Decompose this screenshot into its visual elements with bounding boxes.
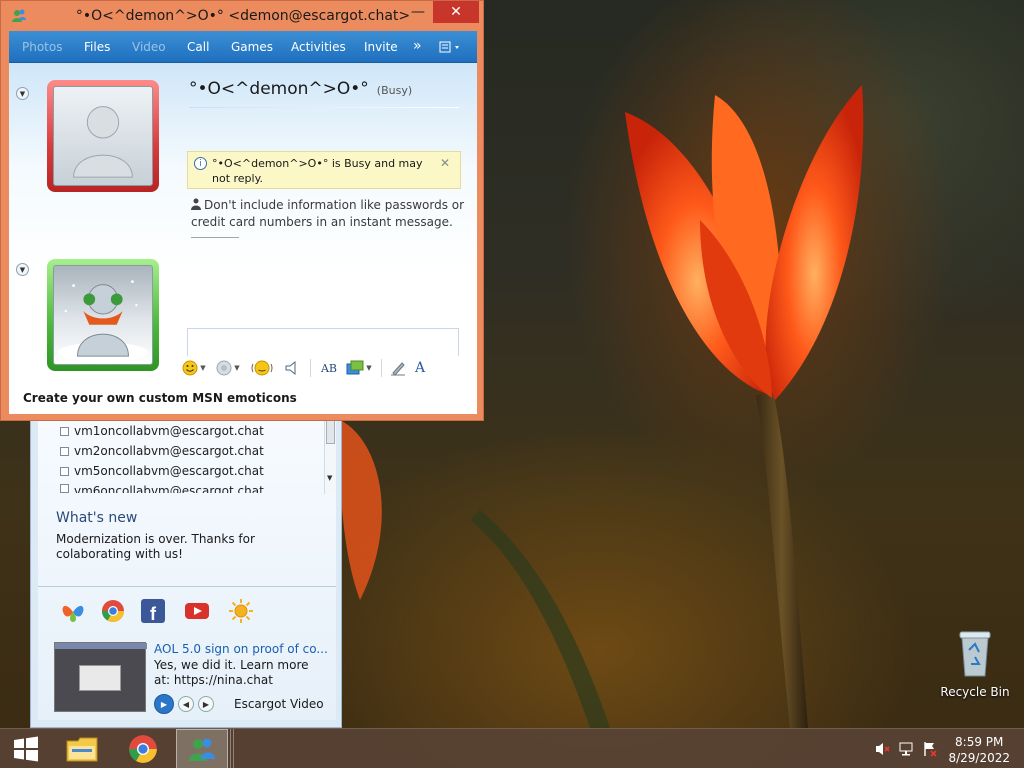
next-icon[interactable]: ▶ bbox=[198, 696, 214, 712]
message-input[interactable] bbox=[187, 328, 459, 356]
name-divider bbox=[189, 107, 459, 108]
recycle-bin-label: Recycle Bin bbox=[940, 685, 1010, 699]
chat-window[interactable]: °•Ο<^demon^>Ο•° <demon@escargot.chat> — … bbox=[0, 0, 484, 421]
my-avatar[interactable] bbox=[47, 259, 159, 371]
dismiss-notice-icon[interactable]: ✕ bbox=[440, 156, 450, 170]
sun-icon[interactable] bbox=[228, 598, 254, 624]
video-source: Escargot Video bbox=[234, 697, 324, 711]
buddy-avatar[interactable] bbox=[47, 80, 159, 192]
wink-icon[interactable]: ▼ bbox=[211, 357, 245, 379]
contact-item[interactable]: vm1oncollabvm@escargot.chat bbox=[60, 424, 264, 438]
scroll-down-arrow-icon[interactable]: ▼ bbox=[327, 474, 332, 482]
whats-new-text: Modernization is over. Thanks for colabo… bbox=[56, 532, 255, 561]
svg-text:f: f bbox=[150, 604, 157, 624]
recycle-bin-icon bbox=[959, 631, 991, 677]
messenger-icon bbox=[189, 738, 215, 761]
emoticon-icon[interactable]: ▼ bbox=[177, 357, 211, 379]
clock-date: 8/29/2022 bbox=[948, 751, 1010, 765]
youtube-icon[interactable] bbox=[184, 598, 210, 624]
collapse-buddy-picture-icon[interactable]: ▼ bbox=[16, 87, 29, 100]
busy-notice-text: °•Ο<^demon^>Ο•° is Busy and may not repl… bbox=[212, 157, 423, 185]
more-menu-button[interactable]: » bbox=[413, 38, 422, 54]
system-clock[interactable]: 8:59 PM 8/29/2022 bbox=[948, 734, 1010, 766]
chrome-button[interactable] bbox=[117, 729, 169, 768]
msn-butterfly-icon[interactable] bbox=[60, 598, 86, 624]
title-bar[interactable]: °•Ο<^demon^>Ο•° <demon@escargot.chat> — … bbox=[1, 1, 485, 31]
video-controls: ▶ ◀ ▶ Escargot Video bbox=[154, 694, 324, 714]
contact-item[interactable]: vm6oncollabvm@escargot.chat bbox=[60, 484, 264, 493]
handwriting-icon[interactable] bbox=[387, 357, 409, 379]
nudge-icon[interactable] bbox=[245, 357, 279, 379]
contact-list-window[interactable]: vm1oncollabvm@escargot.chat vm2oncollabv… bbox=[30, 418, 342, 728]
facebook-icon[interactable]: f bbox=[140, 598, 166, 624]
formatting-toolbar: ▼ ▼ AB ▼ A bbox=[177, 355, 465, 381]
recycle-bin[interactable]: Recycle Bin bbox=[936, 630, 1014, 699]
menu-call[interactable]: Call bbox=[187, 40, 209, 54]
close-button[interactable]: ✕ bbox=[433, 1, 479, 23]
minimize-button[interactable]: — bbox=[405, 1, 431, 23]
menu-files[interactable]: Files bbox=[84, 40, 110, 54]
menu-games[interactable]: Games bbox=[231, 40, 273, 54]
custom-emoticons-link[interactable]: Create your own custom MSN emoticons bbox=[23, 391, 297, 405]
start-button[interactable] bbox=[0, 729, 52, 768]
messenger-taskbar-button[interactable] bbox=[176, 729, 228, 768]
whats-new-heading: What's new bbox=[56, 510, 138, 526]
file-explorer-button[interactable] bbox=[56, 729, 108, 768]
contact-item[interactable]: vm2oncollabvm@escargot.chat bbox=[60, 444, 264, 458]
google-chrome-icon[interactable] bbox=[100, 598, 126, 624]
buddy-display-name: °•Ο<^demon^>Ο•° (Busy) bbox=[189, 79, 413, 99]
info-icon: i bbox=[194, 157, 207, 170]
chat-menu-bar: Photos Files Video Call Games Activities… bbox=[9, 31, 477, 63]
conversation-pane: ▼ °•Ο<^demon^>Ο•° (Busy) i °•Ο<^demon^>Ο•… bbox=[9, 63, 477, 414]
contact-list-scrollbar[interactable]: ▼ bbox=[324, 418, 336, 494]
background-icon[interactable]: ▼ bbox=[342, 357, 376, 379]
contact-item[interactable]: vm5oncollabvm@escargot.chat bbox=[60, 464, 264, 478]
collapse-my-picture-icon[interactable]: ▼ bbox=[16, 263, 29, 276]
play-icon[interactable]: ▶ bbox=[154, 694, 174, 714]
chat-client-area: Photos Files Video Call Games Activities… bbox=[9, 31, 477, 414]
taskbar-group-edge bbox=[230, 729, 234, 768]
taskbar: 8:59 PM 8/29/2022 bbox=[0, 728, 1024, 768]
security-warning: Don't include information like passwords… bbox=[191, 198, 465, 229]
volume-muted-icon[interactable] bbox=[874, 741, 890, 757]
folder-icon bbox=[66, 737, 98, 762]
person-icon bbox=[191, 198, 201, 210]
menu-activities[interactable]: Activities bbox=[291, 40, 346, 54]
buddy-status: (Busy) bbox=[376, 84, 413, 97]
network-icon[interactable] bbox=[898, 741, 914, 757]
menu-invite[interactable]: Invite bbox=[364, 40, 398, 54]
action-center-flag-icon[interactable] bbox=[922, 741, 938, 757]
toolbar-separator bbox=[310, 359, 311, 377]
previous-icon[interactable]: ◀ bbox=[178, 696, 194, 712]
busy-notice-bar: i °•Ο<^demon^>Ο•° is Busy and may not re… bbox=[187, 151, 461, 189]
layout-options-icon[interactable] bbox=[439, 41, 463, 53]
video-title-link[interactable]: AOL 5.0 sign on proof of co... bbox=[154, 642, 328, 656]
font-icon[interactable]: AB bbox=[316, 357, 342, 379]
menu-photos[interactable]: Photos bbox=[22, 40, 62, 54]
clock-time: 8:59 PM bbox=[955, 735, 1004, 749]
menu-video[interactable]: Video bbox=[132, 40, 166, 54]
windows-logo-icon bbox=[14, 736, 38, 762]
section-divider bbox=[38, 586, 336, 587]
google-chrome-icon bbox=[129, 735, 157, 763]
warning-divider bbox=[191, 237, 239, 238]
video-description: Yes, we did it. Learn more at: https://n… bbox=[154, 658, 309, 687]
toolbar-separator bbox=[381, 359, 382, 377]
font-style-icon[interactable]: A bbox=[409, 357, 431, 379]
voice-clip-icon[interactable] bbox=[279, 357, 305, 379]
video-thumbnail[interactable] bbox=[54, 642, 147, 712]
